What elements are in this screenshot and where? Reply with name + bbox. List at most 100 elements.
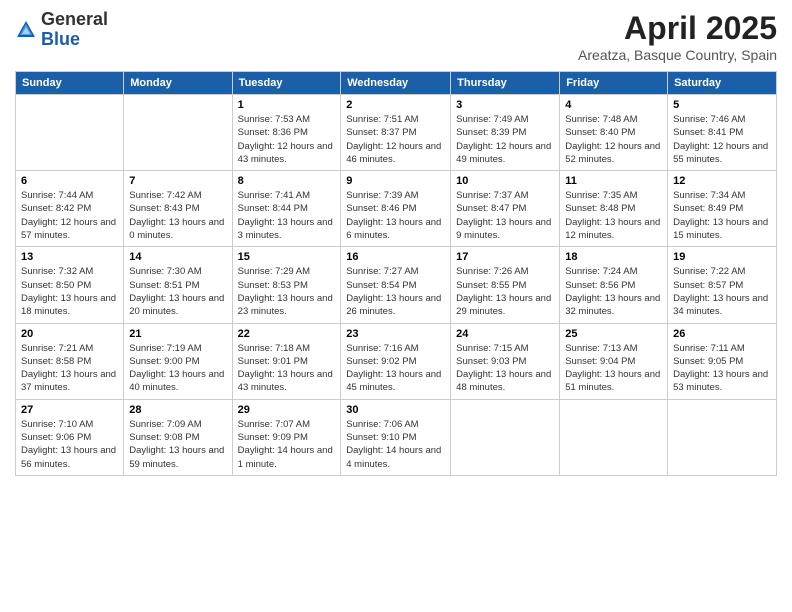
day-info: Sunrise: 7:37 AMSunset: 8:47 PMDaylight:… [456,189,554,242]
day-number: 25 [565,328,662,340]
day-number: 26 [673,328,771,340]
title-block: April 2025 Areatza, Basque Country, Spai… [578,10,777,63]
day-cell-4-6 [668,399,777,475]
day-cell-2-5: 18 Sunrise: 7:24 AMSunset: 8:56 PMDayligh… [560,247,668,323]
day-cell-1-1: 7Sunrise: 7:42 AMSunset: 8:43 PMDaylight… [124,171,232,247]
day-number: 9 [346,175,445,187]
day-number: 18 [565,251,662,263]
week-row-2: 6Sunrise: 7:44 AMSunset: 8:42 PMDaylight… [16,171,777,247]
day-cell-4-2: 29Sunrise: 7:07 AMSunset: 9:09 PMDayligh… [232,399,341,475]
day-info: Sunrise: 7:26 AMSunset: 8:55 PMDaylight:… [456,265,554,318]
day-number: 14 [129,251,226,263]
day-info: Sunrise: 7:09 AMSunset: 9:08 PMDaylight:… [129,418,226,471]
day-number: 28 [129,404,226,416]
header-thursday: Thursday [451,72,560,95]
day-number: 13 [21,251,118,263]
day-info: Sunrise: 7:06 AMSunset: 9:10 PMDaylight:… [346,418,445,471]
day-info: Sunrise: 7:24 AMSunset: 8:56 PMDaylight:… [565,265,662,318]
day-cell-1-0: 6Sunrise: 7:44 AMSunset: 8:42 PMDaylight… [16,171,124,247]
day-number: 1 [238,99,336,111]
day-number: 8 [238,175,336,187]
day-cell-3-0: 20 Sunrise: 7:21 AMSunset: 8:58 PMDayligh… [16,323,124,399]
day-number: 22 [238,328,336,340]
day-info: Sunrise: 7:27 AMSunset: 8:54 PMDaylight:… [346,265,445,318]
day-number: 4 [565,99,662,111]
day-cell-1-2: 8 Sunrise: 7:41 AMSunset: 8:44 PMDaylight… [232,171,341,247]
day-number: 10 [456,175,554,187]
day-info: Sunrise: 7:10 AMSunset: 9:06 PMDaylight:… [21,418,118,471]
day-info: Sunrise: 7:30 AMSunset: 8:51 PMDaylight:… [129,265,226,318]
day-cell-0-1 [124,95,232,171]
day-cell-2-0: 13Sunrise: 7:32 AMSunset: 8:50 PMDayligh… [16,247,124,323]
day-cell-4-5 [560,399,668,475]
day-number: 21 [129,328,226,340]
day-number: 5 [673,99,771,111]
day-number: 3 [456,99,554,111]
day-cell-0-0 [16,95,124,171]
day-cell-1-6: 12 Sunrise: 7:34 AMSunset: 8:49 PMDayligh… [668,171,777,247]
day-cell-4-4 [451,399,560,475]
day-cell-2-2: 15Sunrise: 7:29 AMSunset: 8:53 PMDayligh… [232,247,341,323]
day-cell-1-5: 11Sunrise: 7:35 AMSunset: 8:48 PMDayligh… [560,171,668,247]
day-info: Sunrise: 7:39 AMSunset: 8:46 PMDaylight:… [346,189,445,242]
day-info: Sunrise: 7:22 AMSunset: 8:57 PMDaylight:… [673,265,771,318]
day-cell-3-4: 24 Sunrise: 7:15 AMSunset: 9:03 PMDayligh… [451,323,560,399]
day-cell-3-6: 26 Sunrise: 7:11 AMSunset: 9:05 PMDayligh… [668,323,777,399]
day-cell-2-1: 14 Sunrise: 7:30 AMSunset: 8:51 PMDayligh… [124,247,232,323]
header-sunday: Sunday [16,72,124,95]
header-tuesday: Tuesday [232,72,341,95]
day-info: Sunrise: 7:48 AMSunset: 8:40 PMDaylight:… [565,113,662,166]
day-number: 12 [673,175,771,187]
day-info: Sunrise: 7:13 AMSunset: 9:04 PMDaylight:… [565,342,662,395]
day-number: 19 [673,251,771,263]
header-saturday: Saturday [668,72,777,95]
day-info: Sunrise: 7:11 AMSunset: 9:05 PMDaylight:… [673,342,771,395]
day-cell-2-4: 17Sunrise: 7:26 AMSunset: 8:55 PMDayligh… [451,247,560,323]
logo-blue-text: Blue [41,30,108,50]
header: General Blue April 2025 Areatza, Basque … [15,10,777,63]
day-info: Sunrise: 7:16 AMSunset: 9:02 PMDaylight:… [346,342,445,395]
logo: General Blue [15,10,108,50]
day-info: Sunrise: 7:41 AMSunset: 8:44 PMDaylight:… [238,189,336,242]
logo-icon [15,19,37,41]
day-number: 6 [21,175,118,187]
week-row-3: 13Sunrise: 7:32 AMSunset: 8:50 PMDayligh… [16,247,777,323]
day-cell-3-2: 22 Sunrise: 7:18 AMSunset: 9:01 PMDayligh… [232,323,341,399]
day-number: 20 [21,328,118,340]
day-cell-2-6: 19 Sunrise: 7:22 AMSunset: 8:57 PMDayligh… [668,247,777,323]
day-number: 2 [346,99,445,111]
day-info: Sunrise: 7:34 AMSunset: 8:49 PMDaylight:… [673,189,771,242]
day-info: Sunrise: 7:49 AMSunset: 8:39 PMDaylight:… [456,113,554,166]
logo-general-text: General [41,10,108,30]
day-info: Sunrise: 7:29 AMSunset: 8:53 PMDaylight:… [238,265,336,318]
week-row-5: 27 Sunrise: 7:10 AMSunset: 9:06 PMDayligh… [16,399,777,475]
day-cell-2-3: 16 Sunrise: 7:27 AMSunset: 8:54 PMDayligh… [341,247,451,323]
day-number: 16 [346,251,445,263]
day-number: 23 [346,328,445,340]
day-number: 7 [129,175,226,187]
day-info: Sunrise: 7:18 AMSunset: 9:01 PMDaylight:… [238,342,336,395]
week-row-4: 20 Sunrise: 7:21 AMSunset: 8:58 PMDayligh… [16,323,777,399]
day-number: 24 [456,328,554,340]
day-number: 30 [346,404,445,416]
day-cell-0-3: 2 Sunrise: 7:51 AMSunset: 8:37 PMDaylight… [341,95,451,171]
header-monday: Monday [124,72,232,95]
logo-text: General Blue [41,10,108,50]
day-info: Sunrise: 7:19 AMSunset: 9:00 PMDaylight:… [129,342,226,395]
week-row-1: 1 Sunrise: 7:53 AMSunset: 8:36 PMDaylight… [16,95,777,171]
month-title: April 2025 [578,10,777,47]
header-friday: Friday [560,72,668,95]
day-number: 11 [565,175,662,187]
day-cell-3-5: 25 Sunrise: 7:13 AMSunset: 9:04 PMDayligh… [560,323,668,399]
day-cell-0-5: 4 Sunrise: 7:48 AMSunset: 8:40 PMDaylight… [560,95,668,171]
weekday-header-row: Sunday Monday Tuesday Wednesday Thursday… [16,72,777,95]
day-info: Sunrise: 7:53 AMSunset: 8:36 PMDaylight:… [238,113,336,166]
day-info: Sunrise: 7:15 AMSunset: 9:03 PMDaylight:… [456,342,554,395]
day-info: Sunrise: 7:21 AMSunset: 8:58 PMDaylight:… [21,342,118,395]
day-info: Sunrise: 7:51 AMSunset: 8:37 PMDaylight:… [346,113,445,166]
day-cell-1-3: 9 Sunrise: 7:39 AMSunset: 8:46 PMDaylight… [341,171,451,247]
day-cell-0-4: 3 Sunrise: 7:49 AMSunset: 8:39 PMDaylight… [451,95,560,171]
day-cell-4-1: 28 Sunrise: 7:09 AMSunset: 9:08 PMDayligh… [124,399,232,475]
day-number: 27 [21,404,118,416]
calendar-table: Sunday Monday Tuesday Wednesday Thursday… [15,71,777,476]
